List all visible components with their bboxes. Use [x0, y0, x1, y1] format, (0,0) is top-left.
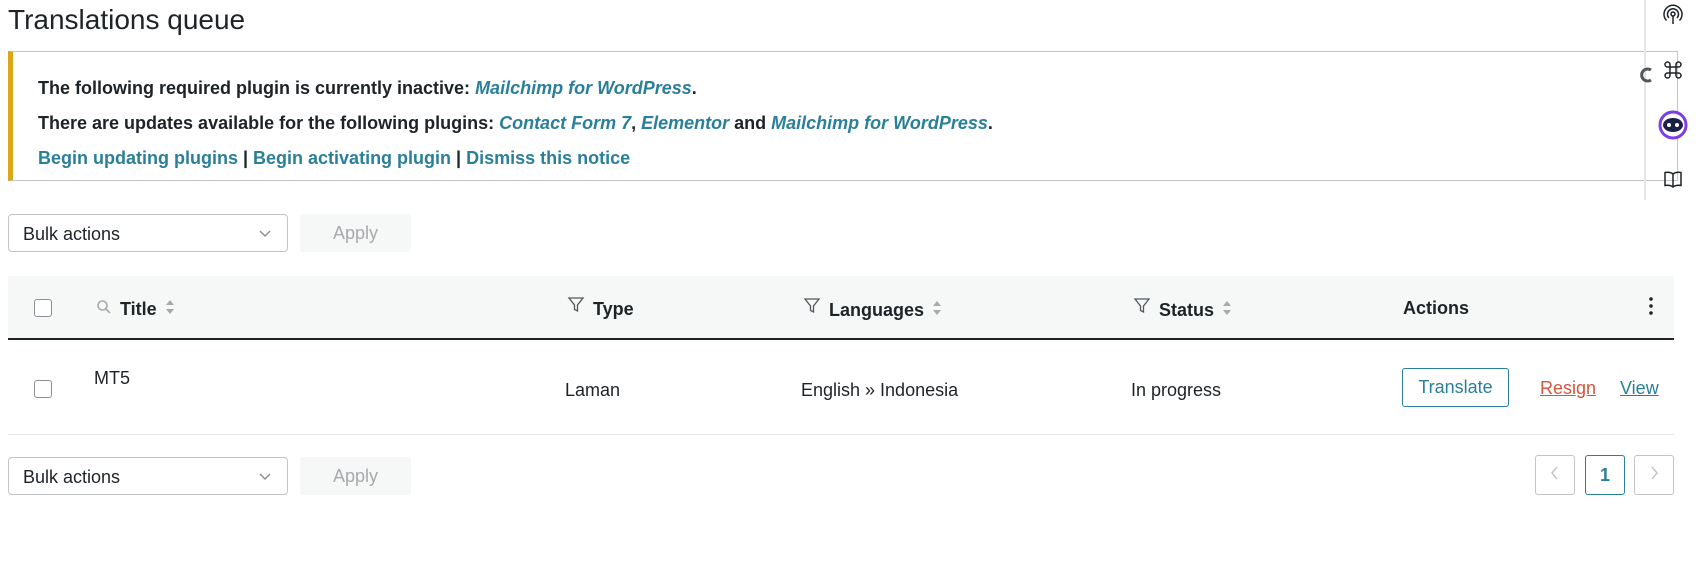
table-header: Title Type Languages Status Actions: [8, 276, 1674, 340]
current-page-button[interactable]: 1: [1585, 455, 1625, 495]
sort-icon[interactable]: [1222, 299, 1232, 322]
chevron-down-icon: [257, 468, 273, 489]
apply-button-top[interactable]: Apply: [300, 214, 411, 252]
search-icon[interactable]: [96, 299, 112, 320]
translate-button[interactable]: Translate: [1402, 368, 1509, 407]
resign-link[interactable]: Resign: [1540, 378, 1596, 399]
sort-icon[interactable]: [165, 298, 175, 321]
command-icon[interactable]: [1658, 55, 1688, 85]
filter-icon[interactable]: [803, 297, 821, 320]
mailchimp-update-link[interactable]: Mailchimp for WordPress: [771, 113, 988, 133]
notice-line-inactive: The following required plugin is current…: [38, 78, 697, 98]
page-title: Translations queue: [8, 4, 246, 35]
sort-icon[interactable]: [932, 299, 942, 322]
column-actions: Actions: [1403, 298, 1470, 318]
book-icon[interactable]: [1658, 165, 1688, 195]
column-languages[interactable]: Languages: [803, 295, 942, 322]
row-languages: English » Indonesia: [801, 380, 959, 400]
toolbar-divider: [1644, 0, 1646, 200]
notice-line-updates: There are updates available for the foll…: [38, 113, 993, 133]
column-title[interactable]: Title: [96, 298, 175, 321]
filter-icon[interactable]: [567, 296, 585, 319]
select-all-checkbox[interactable]: [34, 299, 52, 317]
chevron-left-icon: [1549, 465, 1561, 486]
notice-actions: Begin updating plugins | Begin activatin…: [38, 148, 631, 168]
row-checkbox[interactable]: [34, 380, 52, 398]
bulk-actions-select-bottom[interactable]: Bulk actions: [8, 457, 288, 495]
elementor-link[interactable]: Elementor: [641, 113, 729, 133]
table-row: MT5 Laman English » Indonesia In progres…: [8, 340, 1674, 435]
next-page-button[interactable]: [1634, 455, 1674, 495]
dismiss-notice-link[interactable]: Dismiss this notice: [466, 148, 630, 168]
assistant-face-icon[interactable]: [1658, 110, 1688, 140]
partial-app-icon: [1640, 66, 1654, 89]
more-vertical-icon[interactable]: [1648, 296, 1654, 321]
row-title: MT5: [94, 368, 130, 388]
mailchimp-link[interactable]: Mailchimp for WordPress: [475, 78, 692, 98]
apply-button-bottom[interactable]: Apply: [300, 457, 411, 495]
contact-form-7-link[interactable]: Contact Form 7: [499, 113, 631, 133]
begin-updating-plugins-link[interactable]: Begin updating plugins: [38, 148, 238, 168]
bulk-actions-select-top[interactable]: Bulk actions: [8, 214, 288, 252]
previous-page-button[interactable]: [1535, 455, 1575, 495]
row-type: Laman: [565, 380, 621, 400]
begin-activating-plugin-link[interactable]: Begin activating plugin: [253, 148, 451, 168]
chevron-down-icon: [257, 225, 273, 246]
broadcast-icon[interactable]: [1658, 0, 1688, 30]
plugin-notice: The following required plugin is current…: [8, 51, 1678, 181]
row-status: In progress: [1131, 380, 1222, 400]
view-link[interactable]: View: [1620, 378, 1659, 399]
column-status[interactable]: Status: [1133, 295, 1232, 322]
filter-icon[interactable]: [1133, 297, 1151, 320]
floating-toolbar: [1644, 0, 1698, 210]
column-type[interactable]: Type: [567, 295, 634, 320]
chevron-right-icon: [1648, 465, 1660, 486]
